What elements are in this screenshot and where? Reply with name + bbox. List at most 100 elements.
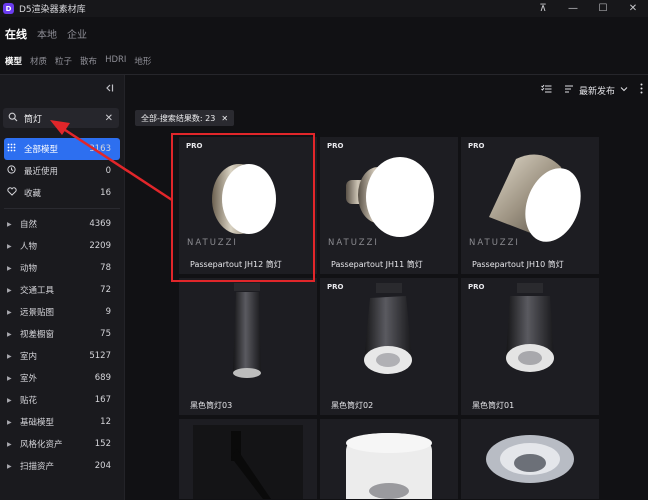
asset-type-tabs: 模型 材质 粒子 散布 HDRI 地形 (5, 55, 151, 67)
highlight-box (171, 133, 315, 282)
collapse-sidebar-icon[interactable] (104, 83, 114, 96)
sidebar-item-count: 72 (100, 285, 111, 295)
chevron-down-icon (620, 85, 628, 95)
tab-models[interactable]: 模型 (5, 55, 22, 67)
asset-card[interactable]: 黑色筒灯03 (179, 278, 317, 415)
maximize-button[interactable]: ☐ (588, 0, 618, 17)
asset-name: 黑色筒灯02 (331, 401, 374, 410)
asset-card[interactable]: PRO 黑色筒灯02 (320, 278, 458, 415)
brand-label: NATUZZI (328, 238, 379, 248)
sidebar-item-count: 4369 (89, 219, 111, 229)
sidebar-item-category[interactable]: ▶ 远景贴图 9 (0, 301, 124, 323)
divider (4, 208, 120, 209)
sidebar-item-category[interactable]: ▶ 风格化资产 152 (0, 433, 124, 455)
sidebar-item-label: 视差橱窗 (20, 330, 55, 340)
asset-card[interactable]: PRO NATUZZI Passepartout JH11 筒灯 (320, 137, 458, 274)
caret-right-icon: ▶ (7, 242, 12, 250)
sidebar-item-label: 最近使用 (24, 167, 59, 177)
pro-badge: PRO (468, 283, 485, 291)
sidebar-item-label: 基础模型 (20, 418, 55, 428)
sidebar-item-count: 2209 (89, 241, 111, 251)
sidebar-item-label: 人物 (20, 242, 38, 252)
asset-thumbnail (461, 278, 599, 396)
sidebar-item-category[interactable]: ▶ 交通工具 72 (0, 279, 124, 301)
sidebar-item-category[interactable]: ▶ 贴花 167 (0, 389, 124, 411)
caret-right-icon: ▶ (7, 462, 12, 470)
caret-right-icon: ▶ (7, 330, 12, 338)
tab-online[interactable]: 在线 (5, 26, 27, 42)
sidebar-item-category[interactable]: ▶ 扫描资产 204 (0, 455, 124, 477)
tab-hdri[interactable]: HDRI (105, 55, 126, 67)
tab-terrain[interactable]: 地形 (134, 55, 151, 67)
sidebar-item-label: 动物 (20, 264, 38, 274)
minimize-button[interactable]: — (558, 0, 588, 17)
asset-card[interactable]: PRO NATUZZI Passepartout JH10 筒灯 (461, 137, 599, 274)
sidebar-item-label: 远景贴图 (20, 308, 55, 318)
remove-filter-icon[interactable]: ✕ (221, 114, 228, 123)
sidebar-item-category[interactable]: ▶ 基础模型 12 (0, 411, 124, 433)
sidebar-item-count: 0 (105, 166, 111, 176)
sidebar-item-label: 风格化资产 (20, 440, 63, 450)
pro-badge: PRO (327, 283, 344, 291)
asset-card[interactable]: PRO 黑色筒灯01 (461, 278, 599, 415)
sidebar-item-category[interactable]: ▶ 动物 78 (0, 257, 124, 279)
sidebar-item-category[interactable]: ▶ 自然 4369 (0, 213, 124, 235)
caret-right-icon: ▶ (7, 374, 12, 382)
asset-name: 黑色筒灯03 (190, 401, 233, 410)
sidebar-item-category[interactable]: ▶ 人物 2209 (0, 235, 124, 257)
close-button[interactable]: ✕ (618, 0, 648, 17)
sidebar-item-count: 78 (100, 263, 111, 273)
clock-icon (7, 165, 21, 177)
category-list: 全部模型 3163 最近使用 0 收藏 16 ▶ 自然 4369 ▶ 人物 2209 ▶… (0, 138, 124, 477)
brand-label: NATUZZI (469, 238, 520, 248)
sidebar-item-count: 3163 (89, 144, 111, 154)
caret-right-icon: ▶ (7, 440, 12, 448)
caret-right-icon: ▶ (7, 418, 12, 426)
sidebar-item-favorites[interactable]: 收藏 16 (0, 182, 124, 204)
pin-button[interactable]: ⊼ (528, 0, 558, 17)
sidebar-item-category[interactable]: ▶ 视差橱窗 75 (0, 323, 124, 345)
asset-name: Passepartout JH10 筒灯 (472, 260, 564, 269)
asset-card[interactable] (320, 419, 458, 499)
search-input[interactable] (24, 113, 104, 123)
tab-local[interactable]: 本地 (37, 26, 57, 41)
sort-icon (564, 84, 574, 97)
heart-icon (7, 187, 21, 199)
filter-list-icon[interactable] (541, 84, 552, 97)
title-bar: D D5渲染器素材库 ⊼ — ☐ ✕ (0, 0, 648, 17)
tab-particles[interactable]: 粒子 (55, 55, 72, 67)
asset-thumbnail (179, 278, 317, 396)
asset-thumbnail (179, 419, 317, 499)
pro-badge: PRO (327, 142, 344, 150)
sidebar-item-recent[interactable]: 最近使用 0 (0, 160, 124, 182)
asset-thumbnail (320, 419, 458, 499)
sidebar-item-all-models[interactable]: 全部模型 3163 (4, 138, 120, 160)
sidebar-item-category[interactable]: ▶ 室外 689 (0, 367, 124, 389)
filter-chip[interactable]: 全部-搜索结果数: 23 ✕ (135, 110, 235, 126)
minimize-icon: — (568, 3, 578, 14)
maximize-icon: ☐ (598, 3, 608, 14)
sidebar-item-count: 75 (100, 329, 111, 339)
tab-materials[interactable]: 材质 (30, 55, 47, 67)
search-field: ✕ (3, 108, 119, 128)
asset-name: Passepartout JH11 筒灯 (331, 260, 423, 269)
sidebar-item-label: 收藏 (24, 189, 42, 199)
sidebar-item-count: 16 (100, 188, 111, 198)
tab-enterprise[interactable]: 企业 (67, 26, 87, 41)
asset-thumbnail (461, 419, 599, 499)
asset-card[interactable] (461, 419, 599, 499)
pin-icon: ⊼ (539, 3, 547, 14)
sidebar-item-category[interactable]: ▶ 室内 5127 (0, 345, 124, 367)
sidebar-item-count: 204 (94, 461, 111, 471)
caret-right-icon: ▶ (7, 264, 12, 272)
sidebar-item-label: 室外 (20, 374, 38, 384)
tab-scatter[interactable]: 散布 (80, 55, 97, 67)
sort-dropdown[interactable]: 最新发布 (564, 84, 628, 97)
clear-search-icon[interactable]: ✕ (105, 113, 113, 124)
sidebar-item-count: 689 (94, 373, 111, 383)
more-options-icon[interactable] (640, 83, 643, 97)
pro-badge: PRO (468, 142, 485, 150)
asset-card[interactable] (179, 419, 317, 499)
caret-right-icon: ▶ (7, 308, 12, 316)
source-tabs: 在线 本地 企业 (5, 26, 87, 42)
